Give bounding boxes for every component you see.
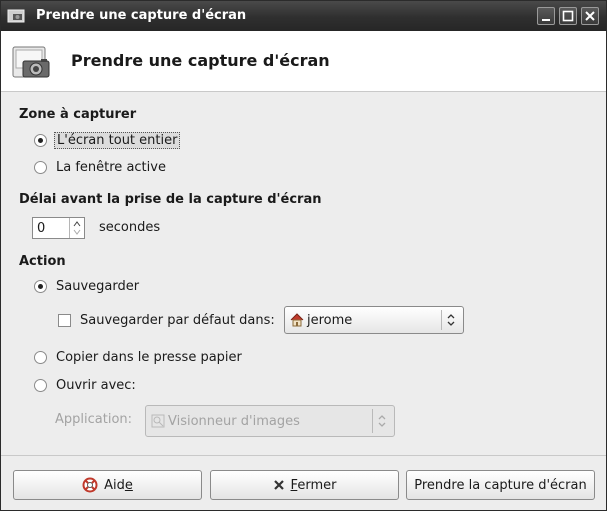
combo-arrows-icon xyxy=(447,314,455,326)
close-button[interactable]: Fermer xyxy=(210,470,399,500)
radio-save[interactable]: Sauvegarder xyxy=(34,279,139,294)
dialog-header: Prendre une capture d'écran xyxy=(1,31,606,92)
home-folder-icon xyxy=(290,313,304,327)
delay-spinbox[interactable]: 0 xyxy=(32,217,85,239)
minimize-icon xyxy=(542,19,550,21)
radio-button[interactable] xyxy=(34,161,47,174)
radio-label-whole-screen: L'écran tout entier xyxy=(54,132,181,149)
folder-combo-value: jerome xyxy=(307,313,353,328)
maximize-button[interactable] xyxy=(559,7,577,25)
spin-up-down-icon xyxy=(73,221,81,235)
combo-separator xyxy=(372,409,373,433)
window-title: Prendre une capture d'écran xyxy=(36,8,247,23)
radio-open-with[interactable]: Ouvrir avec: xyxy=(34,378,136,393)
header-title: Prendre une capture d'écran xyxy=(71,51,330,70)
radio-whole-screen[interactable]: L'écran tout entier xyxy=(34,132,181,149)
radio-label-open-with: Ouvrir avec: xyxy=(56,378,136,393)
close-button-label: Fermer xyxy=(290,477,337,493)
save-default-checkbox[interactable] xyxy=(58,314,71,327)
screenshot-dialog: Prendre une capture d'écran Prendre une … xyxy=(0,0,607,511)
save-default-checkbox-row[interactable]: Sauvegarder par défaut dans: xyxy=(58,313,275,328)
title-bar[interactable]: Prendre une capture d'écran xyxy=(1,1,606,31)
image-viewer-icon xyxy=(151,414,165,428)
take-screenshot-button[interactable]: Prendre la capture d'écran xyxy=(406,470,595,500)
button-area-separator xyxy=(1,455,606,456)
minimize-button[interactable] xyxy=(537,7,555,25)
application-combo[interactable]: Visionneur d'images xyxy=(145,405,395,437)
delay-value: 0 xyxy=(37,221,46,236)
take-screenshot-button-label: Prendre la capture d'écran xyxy=(414,477,587,493)
screenshot-app-icon xyxy=(7,9,25,23)
radio-active-window[interactable]: La fenêtre active xyxy=(34,160,166,175)
folder-combo[interactable]: jerome xyxy=(284,306,464,334)
radio-button-checked[interactable] xyxy=(34,134,47,147)
radio-button[interactable] xyxy=(34,351,47,364)
delay-unit: secondes xyxy=(99,220,161,235)
maximize-icon xyxy=(562,10,574,22)
delay-section-title: Délai avant la prise de la capture d'écr… xyxy=(19,192,322,207)
application-combo-value: Visionneur d'images xyxy=(168,414,300,429)
application-label: Application: xyxy=(55,412,133,427)
radio-label-copy-clipboard: Copier dans le presse papier xyxy=(56,350,242,365)
radio-label-save: Sauvegarder xyxy=(56,279,140,294)
spin-arrows[interactable] xyxy=(69,218,84,238)
close-window-button[interactable] xyxy=(581,7,599,25)
action-section-title: Action xyxy=(19,254,66,269)
lifebuoy-icon xyxy=(82,477,98,493)
camera-icon xyxy=(12,46,50,78)
radio-button-checked[interactable] xyxy=(34,280,47,293)
save-default-label: Sauvegarder par défaut dans: xyxy=(80,313,275,328)
radio-copy-clipboard[interactable]: Copier dans le presse papier xyxy=(34,350,242,365)
close-icon xyxy=(585,11,595,21)
combo-separator xyxy=(441,310,442,330)
help-button-label: Aide xyxy=(104,477,133,493)
zone-section-title: Zone à capturer xyxy=(19,107,137,122)
close-icon xyxy=(273,480,284,490)
help-button[interactable]: Aide xyxy=(13,470,202,500)
combo-arrows-icon xyxy=(378,415,386,427)
radio-button[interactable] xyxy=(34,379,47,392)
radio-label-active-window: La fenêtre active xyxy=(56,160,166,175)
